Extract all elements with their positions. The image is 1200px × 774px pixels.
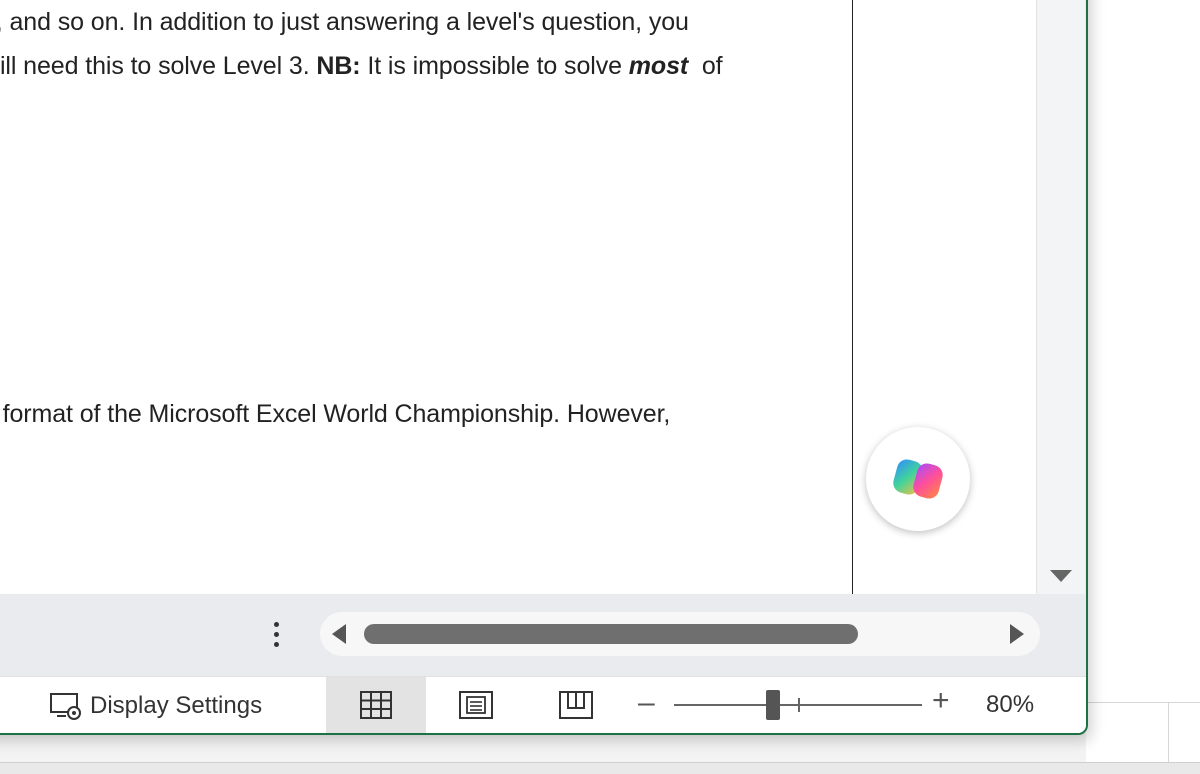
vertical-ellipsis-icon[interactable] <box>274 622 280 652</box>
copilot-icon <box>893 459 943 499</box>
normal-view-button[interactable] <box>326 677 426 733</box>
display-settings-label: Display Settings <box>90 692 263 719</box>
zoom-slider-thumb[interactable] <box>766 690 780 720</box>
taskbar-edge <box>0 762 1200 774</box>
background-divider <box>1086 702 1200 703</box>
copilot-button[interactable] <box>866 427 970 531</box>
desktop-background <box>1086 0 1200 773</box>
document-text-line-1: 2, and so on. In addition to just answer… <box>0 8 689 36</box>
vertical-scrollbar[interactable] <box>1036 0 1085 594</box>
document-text-line-3: e format of the Microsoft Excel World Ch… <box>0 400 671 428</box>
zoom-slider-center-tick <box>798 698 800 712</box>
grid-icon <box>360 691 392 719</box>
document-text-line-2: will need this to solve Level 3. NB: It … <box>0 52 723 80</box>
triangle-down-icon[interactable] <box>1050 570 1072 582</box>
most-bold-italic: most <box>628 52 689 80</box>
triangle-left-icon[interactable] <box>332 624 346 644</box>
excel-window: 2, and so on. In addition to just answer… <box>0 0 1088 735</box>
display-settings-icon <box>50 693 81 720</box>
display-settings-button[interactable]: Display Settings <box>48 686 262 726</box>
page-layout-view-button[interactable] <box>426 677 526 733</box>
page-break-view-button[interactable] <box>526 677 626 733</box>
zoom-in-button[interactable]: + <box>932 686 950 716</box>
nb-bold: NB: <box>316 52 361 80</box>
background-divider-vertical <box>1168 702 1169 762</box>
triangle-right-icon[interactable] <box>1010 624 1024 644</box>
zoom-level-button[interactable]: 80% <box>986 691 1034 719</box>
zoom-out-button[interactable]: – <box>638 688 655 718</box>
horizontal-scroll-thumb[interactable] <box>364 624 858 644</box>
cell-border <box>852 0 853 594</box>
page-layout-icon <box>459 691 493 719</box>
page-break-icon <box>559 691 593 719</box>
